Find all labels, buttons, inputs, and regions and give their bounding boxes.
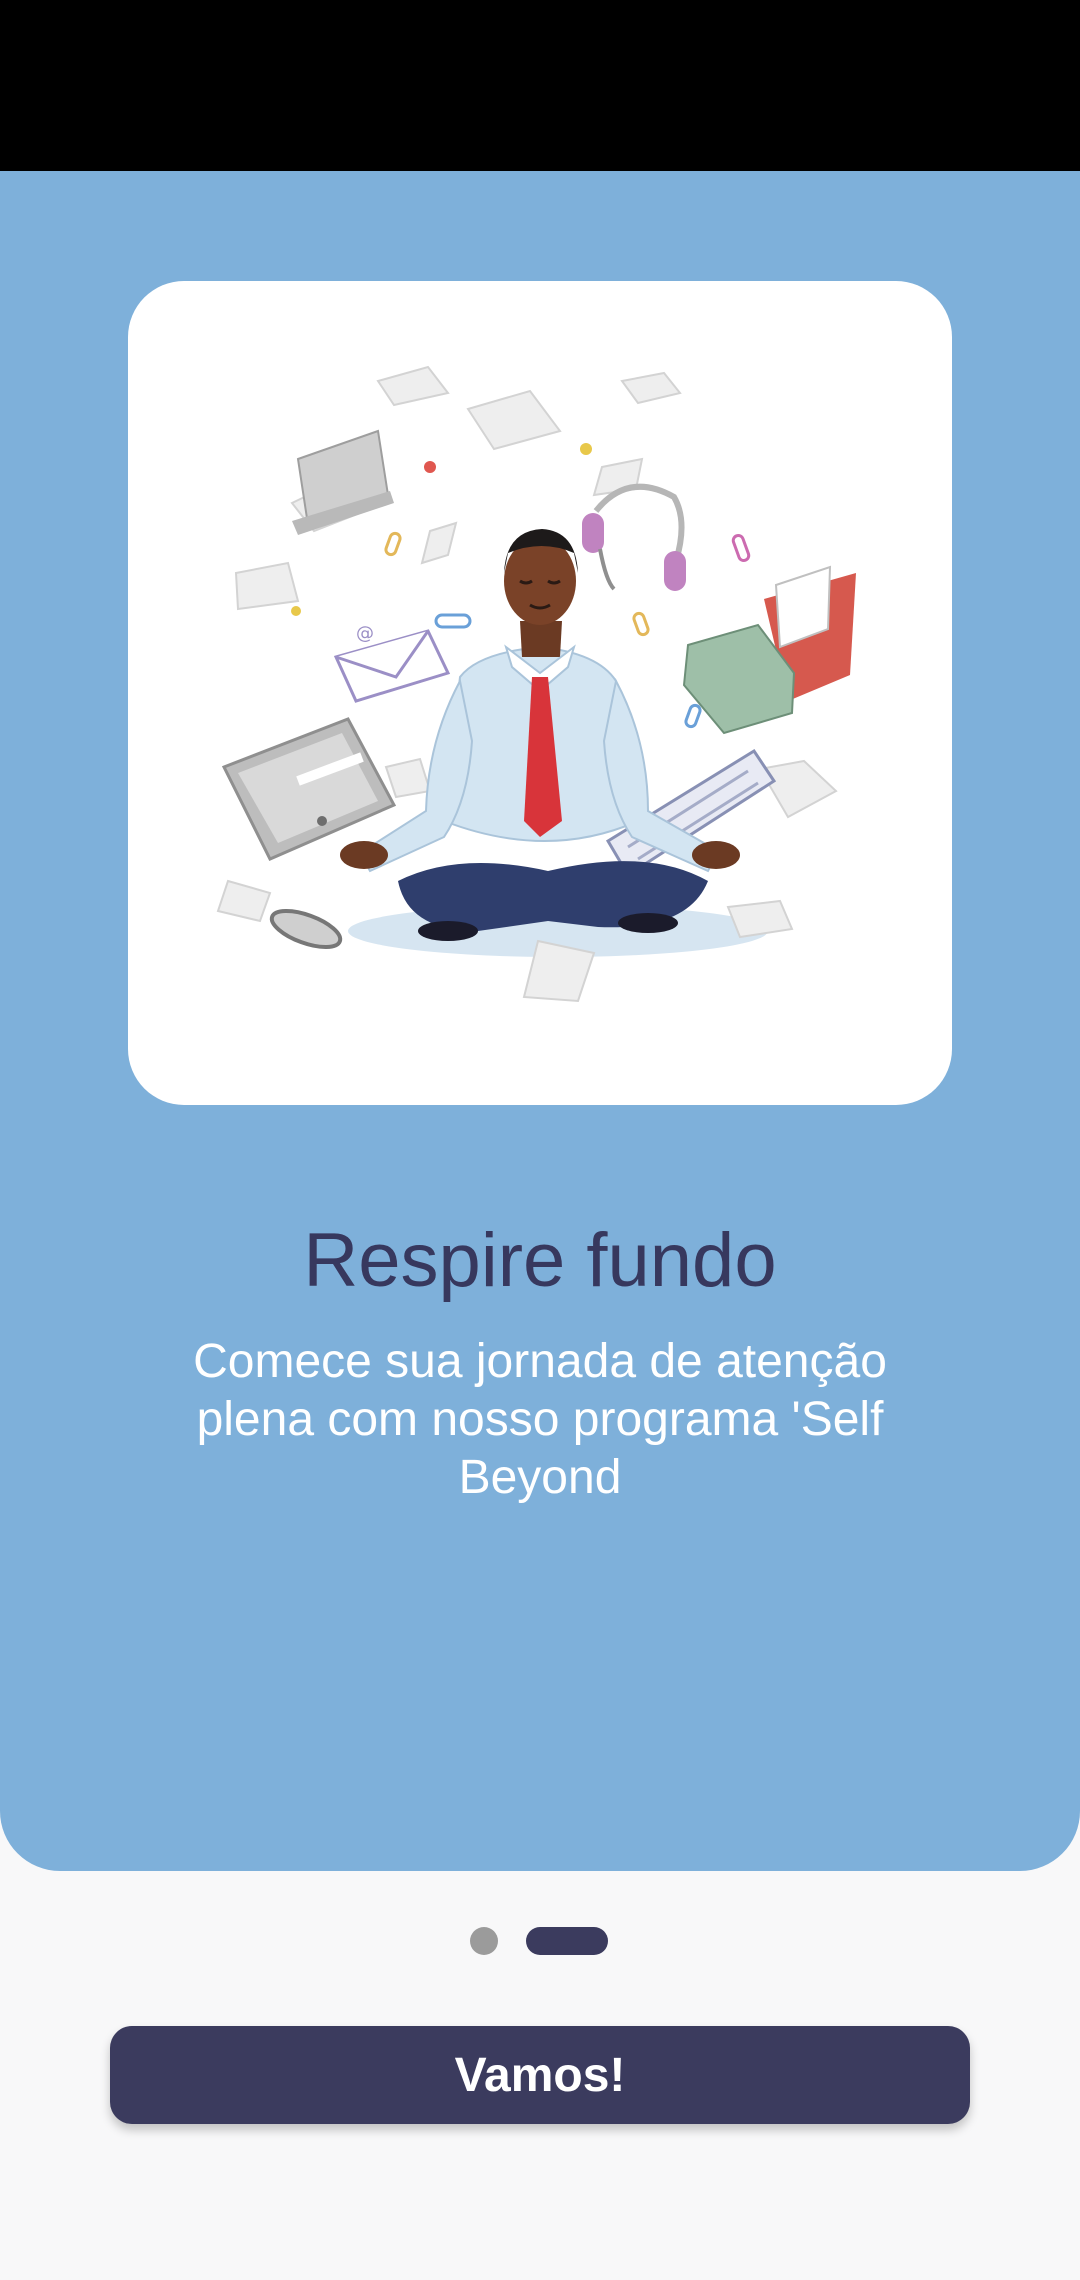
meditation-illustration: @ — [216, 365, 856, 1003]
page-dot-2-active[interactable] — [526, 1927, 608, 1955]
page-indicator — [0, 1926, 1080, 1956]
slide-description: Comece sua jornada de atenção plena com … — [193, 1335, 887, 1504]
svg-text:@: @ — [356, 623, 374, 644]
page-dot-1[interactable] — [470, 1927, 498, 1955]
slide-title: Respire fundo — [303, 1218, 777, 1303]
illustration-card: @ — [128, 281, 952, 1105]
status-bar — [0, 0, 1080, 171]
onboarding-hero-panel: @ Respire fundo Comece sua jornada de at… — [0, 171, 1080, 1871]
lets-go-button[interactable]: Vamos! — [110, 2026, 970, 2124]
